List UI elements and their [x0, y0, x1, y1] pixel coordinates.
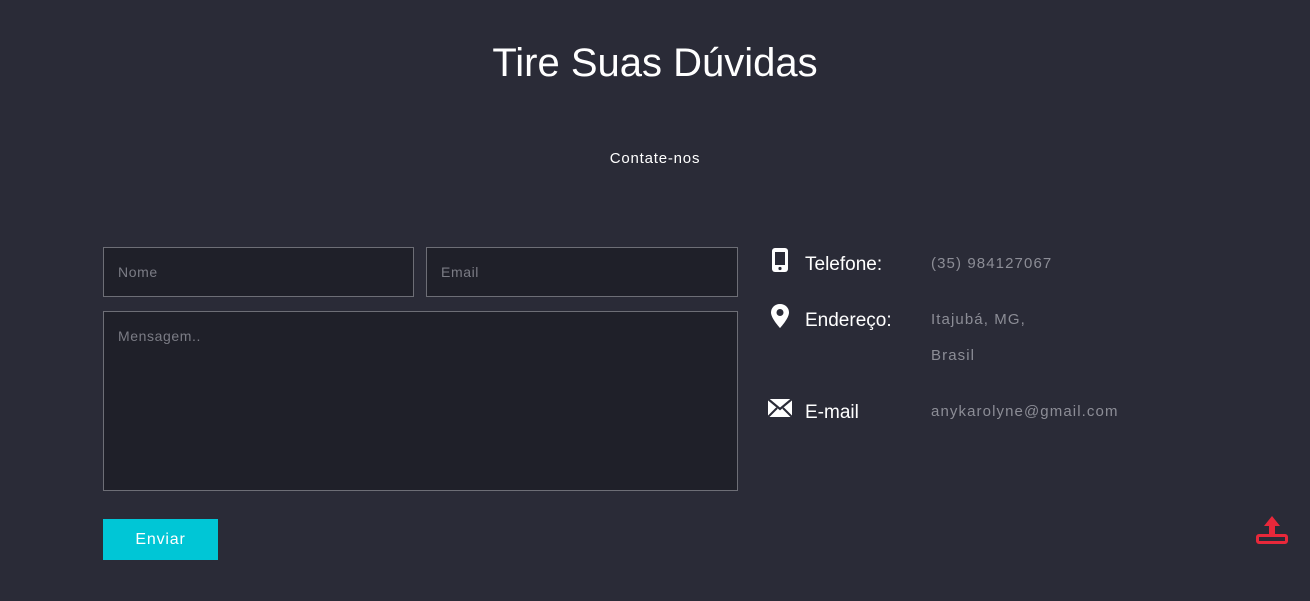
- email-label: E-mail: [805, 402, 859, 423]
- section-subtitle: Contate-nos: [609, 150, 701, 167]
- phone-label: Telefone:: [805, 254, 883, 275]
- phone-value: (35) 984127067: [931, 255, 1053, 272]
- address-label: Endereço:: [805, 310, 892, 331]
- envelope-icon: [766, 394, 794, 422]
- mobile-phone-icon: [766, 246, 794, 274]
- address-value-line1: Itajubá, MG,: [931, 311, 1026, 328]
- scroll-top-button[interactable]: [1254, 514, 1290, 546]
- address-value-line2: Brasil: [931, 347, 976, 364]
- upload-arrow-icon: [1256, 516, 1288, 544]
- email-value[interactable]: anykarolyne@gmail.com: [931, 394, 1171, 430]
- contact-section: Tire Suas Dúvidas Contate-nos Enviar Tel…: [0, 0, 1310, 601]
- map-pin-icon: [766, 302, 794, 330]
- page-title: Tire Suas Dúvidas: [492, 41, 818, 85]
- email-input[interactable]: [426, 247, 738, 297]
- message-textarea[interactable]: [103, 311, 738, 491]
- send-button[interactable]: Enviar: [103, 519, 218, 560]
- name-input[interactable]: [103, 247, 414, 297]
